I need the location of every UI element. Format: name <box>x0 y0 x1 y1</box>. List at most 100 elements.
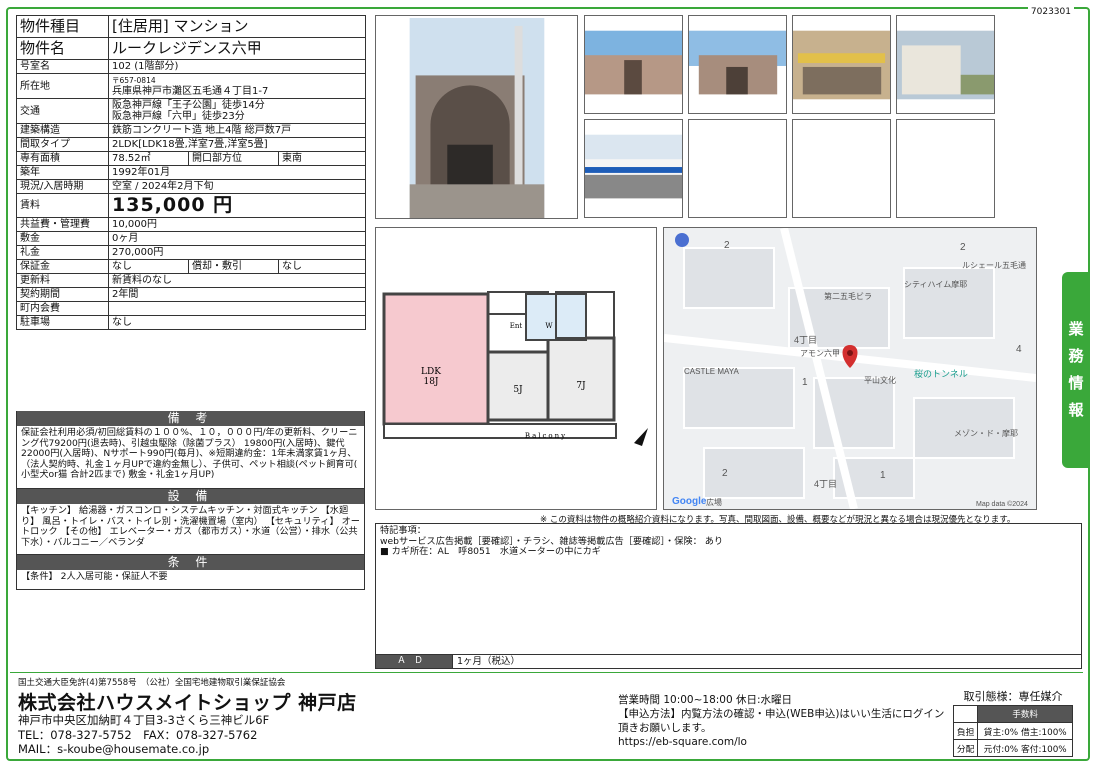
fp-entrance-label: Ent <box>510 322 523 330</box>
fee-row1-key: 負担 <box>952 722 979 740</box>
location-map[interactable]: ルシェール五毛通 第二五毛ビラ シティハイム摩耶 4丁目 アモン六甲 CASTL… <box>663 227 1037 510</box>
map-label-7: 平山文化 <box>864 375 896 385</box>
shop-image <box>793 16 890 113</box>
business-info-tab[interactable]: 業 務 情 報 <box>1062 272 1090 468</box>
spec-key: 礼金 <box>16 245 109 260</box>
trade-terms: 取引態様：専任媒介 手数料 負担 貸主:0% 借主:100% 分配 元付:0% 客付… <box>952 688 1073 757</box>
tab-char-3: 情 <box>1068 374 1084 392</box>
company-mail[interactable]: MAIL：s-koube@housemate.co.jp <box>18 742 269 757</box>
apply-url[interactable]: https://eb-square.com/lo <box>618 735 948 749</box>
spec-value: ルークレジデンス六甲 <box>108 37 366 60</box>
map-credit: Map data ©2024 <box>976 500 1028 508</box>
spec-value: 135,000 円 <box>108 193 366 218</box>
school-image <box>897 16 994 113</box>
map-num-3: 4 <box>1016 344 1022 355</box>
thumb-5[interactable] <box>584 119 683 218</box>
trade-title: 取引態様：専任媒介 <box>963 690 1063 703</box>
fp-room1-size: 5J <box>513 385 523 395</box>
business-hours: 営業時間 10:00~18:00 休日:水曜日 【申込方法】内覧方法の確認・申込… <box>618 693 948 749</box>
floor-plan[interactable]: LDK 18J 5J 7J Ent W Balcony <box>375 227 657 510</box>
north-arrow-icon <box>634 428 648 446</box>
biko-text: 保証会社利用必須/初回総賃料の１００%、１０，０００円/年の更新料、クリーニング… <box>21 427 358 480</box>
spec-key: 所在地 <box>16 73 109 99</box>
spec-row: 町内会費 <box>16 301 366 316</box>
main-photo[interactable] <box>375 15 578 219</box>
tokki-section: 特記事項： webサービス広告掲載［要確認］・チラシ、雑誌等掲載広告［要確認］・… <box>375 523 1082 669</box>
company-address: 神戸市中央区加納町４丁目3-3さくら三神ビル6F <box>18 713 270 727</box>
setsubi-text: 【キッチン】 給湯器・ガスコンロ・システムキッチン・対面式キッチン 【水廻り】 … <box>21 505 360 548</box>
tab-char-2: 務 <box>1068 347 1084 365</box>
fee-row2-value: 元付:0% 客付:100% <box>977 739 1073 757</box>
map-num-2: 2 <box>960 242 966 253</box>
spec-row: 共益費・管理費 10,000円 <box>16 217 366 232</box>
spec-row: 賃料 135,000 円 <box>16 193 366 218</box>
spec-key: 物件名 <box>16 37 109 60</box>
spec-key: 間取タイプ <box>16 137 109 152</box>
hours-text: 営業時間 10:00~18:00 休日:水曜日 <box>618 694 793 706</box>
map-label-3: シティハイム摩耶 <box>904 279 967 289</box>
spec-key: 共益費・管理費 <box>16 217 109 232</box>
spec-value: [住居用] マンション <box>108 15 366 38</box>
ad-row: ＡＤ 1ヶ月（税込） <box>376 654 1081 668</box>
thumb-2[interactable] <box>688 15 787 114</box>
spec-value: 新賃料のなし <box>108 273 366 288</box>
thumb-empty-2 <box>792 119 891 218</box>
thumb-3[interactable] <box>792 15 891 114</box>
spec-value: 鉄筋コンクリート造 地上4階 総戸数7戸 <box>108 123 366 138</box>
spec-row: 現況/入居時期 空室 / 2024年2月下旬 <box>16 179 366 194</box>
spec-value-line2: 兵庫県神戸市灘区五毛通４丁目1-7 <box>112 86 269 97</box>
spec-row: 契約期間 2年間 <box>16 287 366 302</box>
building-exterior-image <box>689 16 786 113</box>
tab-char-1: 業 <box>1068 320 1084 338</box>
spec-key-2: 償却・敷引 <box>188 259 279 274</box>
floor-plan-drawing: LDK 18J 5J 7J Ent W Balcony <box>382 291 648 446</box>
apply-text: 【申込方法】内覧方法の確認・申込(WEB申込)はいい生活にログイン頂きお願いしま… <box>618 708 945 734</box>
map-label-10: 4丁目 <box>814 479 837 489</box>
spec-key: 専有面積 <box>16 151 109 166</box>
company-name: 株式会社ハウスメイトショップ 神戸店 <box>18 692 357 714</box>
spec-value: 1992年01月 <box>108 165 366 180</box>
joken-section: 条 件 【条件】 2人入居可能・保証人不要 <box>16 555 365 590</box>
spec-row: 礼金 270,000円 <box>16 245 366 260</box>
spec-key: 交通 <box>16 98 109 124</box>
spec-key: 保証金 <box>16 259 109 274</box>
spec-key: 更新料 <box>16 273 109 288</box>
spec-key: 契約期間 <box>16 287 109 302</box>
spec-key: 築年 <box>16 165 109 180</box>
spec-value-2: なし <box>278 259 366 274</box>
thumb-4[interactable] <box>896 15 995 114</box>
thumb-1[interactable] <box>584 15 683 114</box>
map-num-5: 2 <box>722 468 728 479</box>
spec-key: 現況/入居時期 <box>16 179 109 194</box>
spec-key: 賃料 <box>16 193 109 218</box>
fp-room2-size: 7J <box>576 381 586 391</box>
google-logo: Google <box>672 496 707 507</box>
spec-row: 号室名 102 (1階部分) <box>16 59 366 74</box>
map-label-1: ルシェール五毛通 <box>962 260 1026 270</box>
spec-value: 78.52㎡ <box>108 151 189 166</box>
ad-value: 1ヶ月（税込） <box>452 655 520 668</box>
spec-key: 建築構造 <box>16 123 109 138</box>
spec-row: 駐車場 なし <box>16 315 366 330</box>
building-entrance-image <box>376 16 577 218</box>
setsubi-section: 設 備 【キッチン】 給湯器・ガスコンロ・システムキッチン・対面式キッチン 【水… <box>16 489 365 555</box>
fee-heading: 手数料 <box>977 705 1073 723</box>
spec-row: 交通 阪急神戸線「王子公園」徒歩14分 阪急神戸線「六甲」徒歩23分 <box>16 98 366 124</box>
spec-row: 専有面積 78.52㎡ 開口部方位 東南 <box>16 151 366 166</box>
map-label-4: 4丁目 <box>794 335 817 345</box>
map-canvas: ルシェール五毛通 第二五毛ビラ シティハイム摩耶 4丁目 アモン六甲 CASTL… <box>664 228 1036 509</box>
spec-row: 保証金 なし 償却・敷引 なし <box>16 259 366 274</box>
spec-value: 102 (1階部分) <box>108 59 366 74</box>
fp-wc-label: W <box>545 322 553 330</box>
spec-row: 物件種目 [住居用] マンション <box>16 15 366 38</box>
thumb-empty-1 <box>688 119 787 218</box>
ad-label: ＡＤ <box>376 655 452 668</box>
map-label-9: メゾン・ド・摩耶 <box>954 428 1018 438</box>
map-label-5: アモン六甲 <box>800 348 840 358</box>
fp-balcony-label: Balcony <box>525 432 567 440</box>
spec-value: なし <box>108 315 366 330</box>
spec-key: 町内会費 <box>16 301 109 316</box>
spec-value: 0ヶ月 <box>108 231 366 246</box>
tokki-title: 特記事項： <box>380 525 426 536</box>
setsubi-heading: 設 備 <box>17 489 364 504</box>
